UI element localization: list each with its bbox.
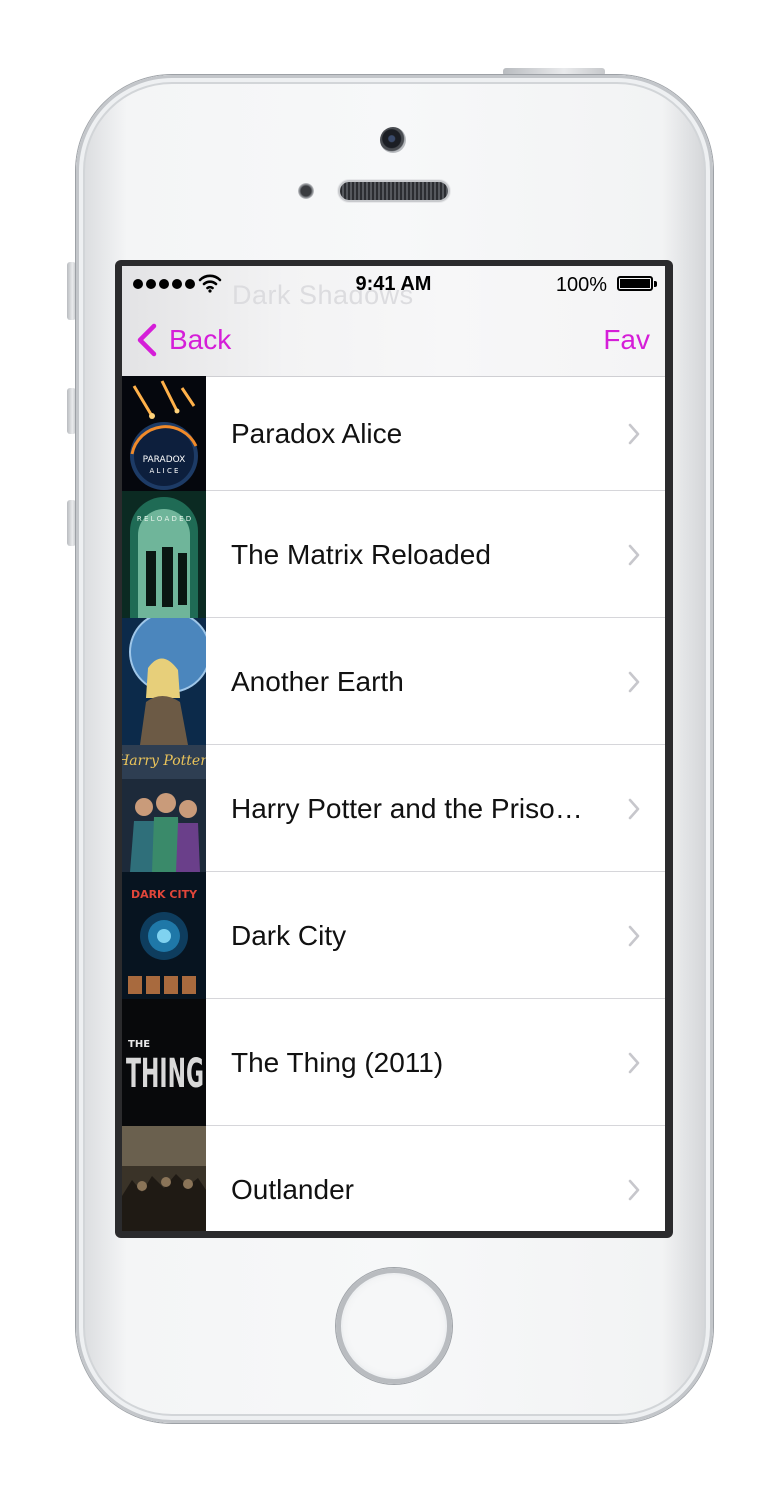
- mute-switch: [67, 262, 76, 320]
- front-camera: [380, 127, 406, 153]
- chevron-left-icon: [137, 323, 157, 357]
- chevron-right-icon: [628, 925, 640, 946]
- list-item[interactable]: R E L O A D E D The Matrix Reloaded: [122, 491, 665, 618]
- volume-up-button: [67, 388, 76, 434]
- chevron-right-icon: [628, 1052, 640, 1073]
- status-bar: 9:41 AM 100%: [122, 266, 665, 302]
- screen-bezel: Dark Shadows 9:41 AM 100% Back Fav PARAD…: [115, 260, 673, 1238]
- home-button[interactable]: [336, 1268, 452, 1384]
- svg-text:Harry Potter: Harry Potter: [122, 753, 206, 769]
- svg-text:PARADOX: PARADOX: [143, 455, 186, 465]
- paradox-alice-poster-icon: PARADOX A L I C E: [122, 376, 206, 491]
- list-item[interactable]: THE THING The Thing (2011): [122, 999, 665, 1126]
- svg-text:A L I C E: A L I C E: [150, 467, 179, 475]
- list-item[interactable]: OUTLANDER Outlander: [122, 1126, 665, 1231]
- movie-title: The Thing (2011): [231, 1046, 444, 1078]
- battery-icon: [617, 276, 653, 291]
- dark-city-poster-icon: DARK CITY: [122, 872, 206, 999]
- matrix-reloaded-poster-icon: R E L O A D E D: [122, 491, 206, 618]
- list-item[interactable]: DARK CITY Dark City: [122, 872, 665, 999]
- movie-title: Outlander: [231, 1173, 354, 1205]
- movie-title: Dark City: [231, 919, 347, 951]
- proximity-sensor: [298, 183, 314, 199]
- movie-title: Harry Potter and the Prisoner of Azkaban: [231, 792, 595, 824]
- svg-text:THE: THE: [128, 1039, 150, 1050]
- chevron-right-icon: [628, 423, 640, 444]
- back-button[interactable]: Back: [135, 322, 231, 358]
- list-item[interactable]: Harry Potter Harry Potter and the Prison…: [122, 745, 665, 872]
- harry-potter-poster-icon: Harry Potter: [122, 745, 206, 872]
- svg-text:DARK CITY: DARK CITY: [131, 888, 198, 901]
- movie-list: PARADOX A L I C E Paradox Alice R E L O …: [122, 376, 665, 1231]
- earpiece-speaker: [340, 182, 448, 200]
- chevron-right-icon: [628, 1179, 640, 1200]
- back-label: Back: [169, 324, 232, 355]
- movie-title: Another Earth: [231, 665, 404, 697]
- movie-title: Paradox Alice: [231, 417, 403, 449]
- list-item[interactable]: PARADOX A L I C E Paradox Alice: [122, 376, 665, 491]
- battery-tip: [654, 281, 657, 287]
- list-item[interactable]: Another Earth: [122, 618, 665, 745]
- app-display: Dark Shadows 9:41 AM 100% Back Fav PARAD…: [122, 266, 665, 1231]
- fav-button[interactable]: Fav: [603, 324, 650, 356]
- movie-title: The Matrix Reloaded: [231, 538, 491, 570]
- svg-text:R E L O A D E D: R E L O A D E D: [137, 515, 191, 523]
- another-earth-poster-icon: [122, 618, 206, 745]
- outlander-poster-icon: OUTLANDER: [122, 1126, 206, 1231]
- chevron-right-icon: [628, 798, 640, 819]
- chevron-right-icon: [628, 544, 640, 565]
- navigation-bar: Dark Shadows 9:41 AM 100% Back Fav: [122, 266, 665, 377]
- the-thing-poster-icon: THE THING: [122, 999, 206, 1126]
- volume-down-button: [67, 500, 76, 546]
- chevron-right-icon: [628, 671, 640, 692]
- svg-text:THING: THING: [126, 1051, 204, 1097]
- battery-percentage: 100%: [555, 274, 607, 296]
